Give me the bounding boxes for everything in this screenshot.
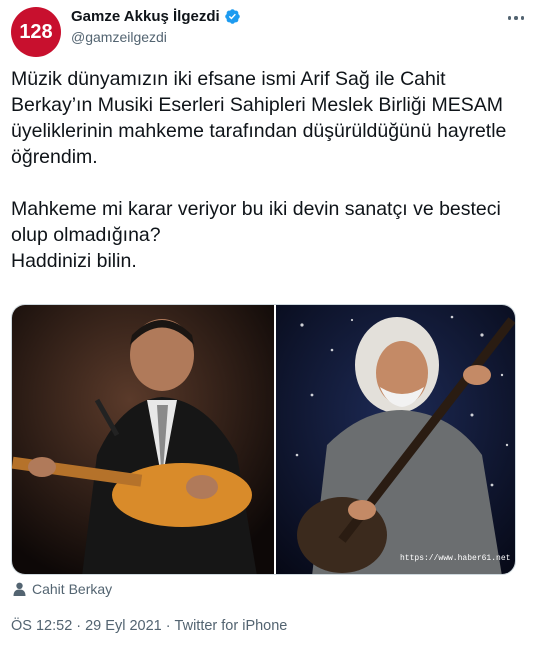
photo-collage: https://www.haber61.net: [12, 305, 515, 574]
avatar[interactable]: 128: [11, 7, 61, 57]
verified-badge-icon: [224, 9, 240, 24]
tweet-time[interactable]: ÖS 12:52: [11, 618, 72, 634]
display-name[interactable]: Gamze Akkuş İlgezdi: [71, 8, 220, 25]
tweet-date[interactable]: 29 Eyl 2021: [85, 618, 162, 634]
tagged-person-name[interactable]: Cahit Berkay: [32, 581, 112, 597]
more-icon[interactable]: [506, 8, 526, 28]
separator: ·: [165, 618, 171, 634]
person-icon: [13, 582, 26, 596]
tweet: 128 Gamze Akkuş İlgezdi @gamzeilgezdi Mü…: [0, 0, 544, 646]
photo-right: https://www.haber61.net: [276, 305, 515, 574]
tweet-metadata: ÖS 12:52 · 29 Eyl 2021 · Twitter for iPh…: [11, 618, 287, 634]
photo-left: [12, 305, 274, 574]
author-name-row[interactable]: Gamze Akkuş İlgezdi: [71, 8, 241, 25]
tweet-text: Müzik dünyamızın iki efsane ismi Arif Sa…: [11, 68, 507, 272]
separator: ·: [76, 618, 82, 634]
avatar-text: 128: [19, 20, 53, 43]
author-handle[interactable]: @gamzeilgezdi: [71, 29, 167, 45]
tweet-photo[interactable]: https://www.haber61.net: [11, 304, 516, 575]
tweet-source[interactable]: Twitter for iPhone: [175, 618, 288, 634]
watermark-text: https://www.haber61.net: [400, 554, 510, 563]
tagged-people[interactable]: Cahit Berkay: [13, 581, 112, 597]
